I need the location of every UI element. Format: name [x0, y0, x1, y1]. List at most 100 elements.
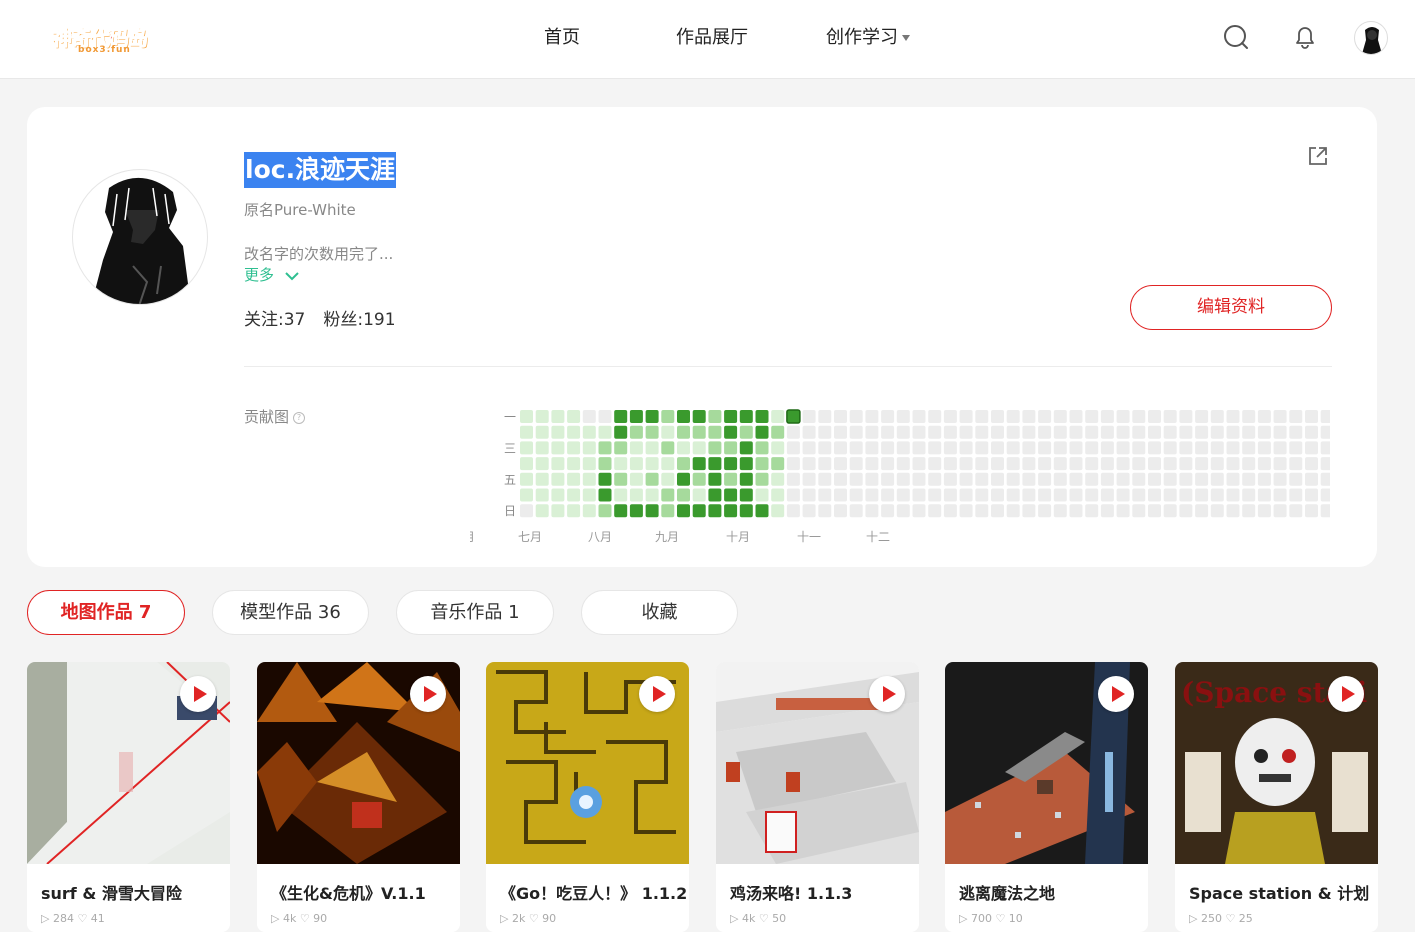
heatmap-cell[interactable]: [834, 488, 847, 502]
heatmap-cell[interactable]: [786, 425, 800, 439]
heatmap-cell[interactable]: [520, 504, 533, 518]
heatmap-cell[interactable]: [1038, 504, 1052, 518]
heatmap-cell[interactable]: [975, 441, 989, 455]
heatmap-cell[interactable]: [959, 504, 973, 518]
heatmap-cell[interactable]: [975, 488, 989, 502]
heatmap-cell[interactable]: [1069, 441, 1083, 455]
heatmap-cell[interactable]: [535, 425, 549, 439]
edit-profile-button[interactable]: 编辑资料: [1130, 285, 1332, 330]
heatmap-cell[interactable]: [1148, 425, 1161, 439]
nav-home[interactable]: 首页: [544, 23, 580, 49]
heatmap-cell[interactable]: [881, 457, 895, 471]
heatmap-cell[interactable]: [1210, 425, 1224, 439]
heatmap-cell[interactable]: [1069, 410, 1083, 423]
heatmap-cell[interactable]: [1179, 504, 1193, 518]
heatmap-cell[interactable]: [1226, 457, 1240, 471]
heatmap-cell[interactable]: [975, 472, 989, 486]
heatmap-cell[interactable]: [959, 488, 973, 502]
heatmap-cell[interactable]: [535, 441, 549, 455]
heatmap-cell[interactable]: [1242, 472, 1256, 486]
bell-icon[interactable]: [1290, 22, 1320, 52]
heatmap-cell[interactable]: [1085, 425, 1099, 439]
heatmap-cell[interactable]: [1069, 457, 1083, 471]
heatmap-cell[interactable]: [943, 504, 957, 518]
heatmap-cell[interactable]: [1320, 410, 1330, 423]
heatmap-cell[interactable]: [1257, 410, 1271, 423]
heatmap-cell[interactable]: [614, 425, 628, 439]
following-count[interactable]: 关注:37: [244, 310, 305, 330]
heatmap-cell[interactable]: [1320, 472, 1330, 486]
heatmap-cell[interactable]: [896, 441, 910, 455]
heatmap-cell[interactable]: [771, 504, 785, 518]
heatmap-cell[interactable]: [975, 504, 989, 518]
heatmap-cell[interactable]: [1210, 410, 1224, 423]
heatmap-cell[interactable]: [1100, 472, 1114, 486]
heatmap-cell[interactable]: [1273, 504, 1287, 518]
heatmap-cell[interactable]: [1242, 488, 1256, 502]
heatmap-cell[interactable]: [582, 488, 596, 502]
heatmap-cell[interactable]: [708, 410, 722, 423]
heatmap-cell[interactable]: [1148, 410, 1161, 423]
heatmap-cell[interactable]: [661, 457, 675, 471]
heatmap-cell[interactable]: [818, 425, 832, 439]
heatmap-cell[interactable]: [912, 441, 926, 455]
heatmap-cell[interactable]: [1289, 441, 1303, 455]
heatmap-cell[interactable]: [755, 488, 769, 502]
heatmap-cell[interactable]: [1022, 488, 1036, 502]
heatmap-cell[interactable]: [1289, 472, 1303, 486]
heatmap-cell[interactable]: [959, 410, 973, 423]
heatmap-cell[interactable]: [1022, 425, 1036, 439]
play-icon[interactable]: [180, 676, 216, 712]
heatmap-cell[interactable]: [786, 457, 800, 471]
heatmap-cell[interactable]: [520, 472, 533, 486]
heatmap-cell[interactable]: [629, 441, 643, 455]
heatmap-cell[interactable]: [645, 457, 659, 471]
heatmap-cell[interactable]: [598, 441, 612, 455]
heatmap-cell[interactable]: [1320, 504, 1330, 518]
heatmap-cell[interactable]: [896, 410, 910, 423]
heatmap-cell[interactable]: [551, 410, 565, 423]
heatmap-cell[interactable]: [598, 410, 612, 423]
heatmap-cell[interactable]: [551, 488, 565, 502]
heatmap-cell[interactable]: [724, 425, 738, 439]
heatmap-cell[interactable]: [1242, 410, 1256, 423]
heatmap-cell[interactable]: [598, 425, 612, 439]
heatmap-cell[interactable]: [1085, 504, 1099, 518]
heatmap-cell[interactable]: [849, 457, 863, 471]
heatmap-cell[interactable]: [1132, 410, 1146, 423]
heatmap-cell[interactable]: [755, 441, 769, 455]
heatmap-cell[interactable]: [692, 441, 706, 455]
heatmap-cell[interactable]: [865, 488, 879, 502]
heatmap-cell[interactable]: [1163, 457, 1177, 471]
heatmap-cell[interactable]: [661, 488, 675, 502]
heatmap-cell[interactable]: [1038, 425, 1052, 439]
heatmap-cell[interactable]: [1226, 472, 1240, 486]
heatmap-cell[interactable]: [786, 409, 801, 424]
heatmap-cell[interactable]: [1148, 472, 1161, 486]
heatmap-cell[interactable]: [943, 410, 957, 423]
heatmap-cell[interactable]: [1148, 457, 1161, 471]
help-icon[interactable]: ?: [293, 411, 306, 424]
heatmap-cell[interactable]: [551, 472, 565, 486]
heatmap-cell[interactable]: [1132, 504, 1146, 518]
heatmap-cell[interactable]: [1038, 472, 1052, 486]
heatmap-cell[interactable]: [677, 504, 690, 518]
heatmap-cell[interactable]: [1085, 488, 1099, 502]
heatmap-cell[interactable]: [1210, 472, 1224, 486]
heatmap-cell[interactable]: [614, 504, 628, 518]
heatmap-cell[interactable]: [567, 410, 581, 423]
heatmap-cell[interactable]: [1289, 425, 1303, 439]
heatmap-cell[interactable]: [1006, 425, 1020, 439]
heatmap-cell[interactable]: [1085, 441, 1099, 455]
heatmap-cell[interactable]: [1163, 410, 1177, 423]
heatmap-cell[interactable]: [677, 488, 690, 502]
heatmap-cell[interactable]: [1116, 472, 1130, 486]
heatmap-cell[interactable]: [755, 410, 769, 423]
heatmap-cell[interactable]: [692, 488, 706, 502]
heatmap-cell[interactable]: [645, 410, 659, 423]
heatmap-cell[interactable]: [1195, 441, 1209, 455]
heatmap-cell[interactable]: [912, 504, 926, 518]
heatmap-cell[interactable]: [661, 441, 675, 455]
heatmap-cell[interactable]: [849, 488, 863, 502]
heatmap-cell[interactable]: [802, 410, 816, 423]
